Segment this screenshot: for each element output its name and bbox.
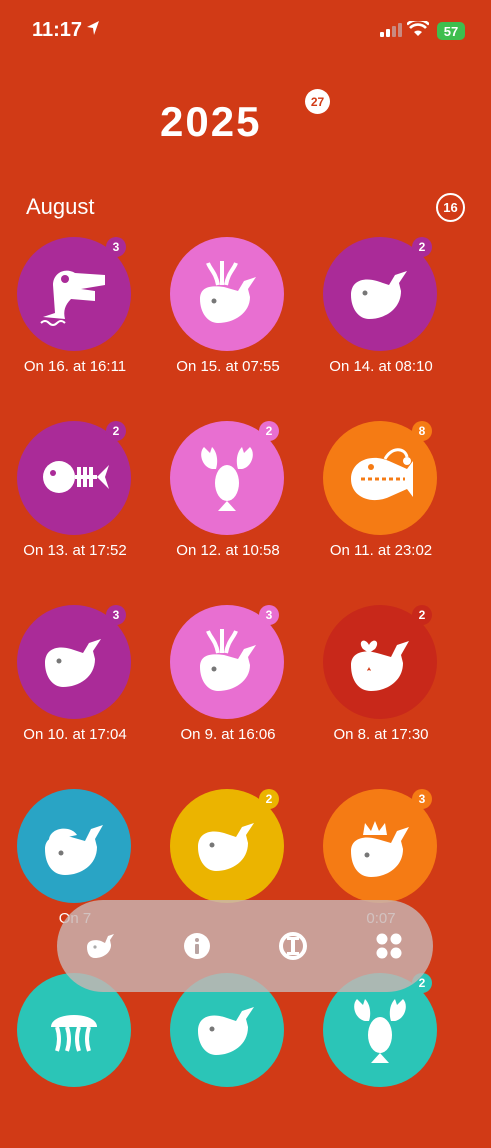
- entry-card[interactable]: 3 On 10. at 17:04: [0, 605, 150, 780]
- dragon-icon: [40, 270, 105, 326]
- whale-icon: [45, 639, 101, 687]
- fish-skeleton-icon: [43, 461, 109, 493]
- entry-card[interactable]: 8 On 11. at 23:02: [306, 421, 456, 596]
- whale-spout-icon: [200, 261, 256, 323]
- entry-card[interactable]: 3 On 16. at 16:11: [0, 237, 150, 412]
- entry-count-badge: 3: [106, 237, 126, 257]
- whale-nav-icon: [87, 934, 114, 958]
- lobster-icon: [354, 999, 406, 1063]
- entry-count-badge: 2: [259, 789, 279, 809]
- nav-info-button[interactable]: [178, 927, 216, 965]
- entry-date-label: On 9. at 16:06: [180, 726, 276, 743]
- entry-count-badge: 2: [412, 605, 432, 625]
- entry-avatar[interactable]: [170, 237, 284, 351]
- entry-date-label: On 10. at 17:04: [23, 726, 127, 743]
- entry-count-badge: 3: [106, 605, 126, 625]
- entry-date-label: On 15. at 07:55: [176, 358, 280, 375]
- entry-card[interactable]: [0, 973, 150, 1148]
- entry-card[interactable]: 2 On 8. at 17:30: [306, 605, 456, 780]
- entry-card[interactable]: [153, 973, 303, 1148]
- entry-card[interactable]: 2 On 13. at 17:52: [0, 421, 150, 596]
- entry-card[interactable]: On 15. at 07:55: [153, 237, 303, 412]
- entry-count-badge: 3: [259, 605, 279, 625]
- stats-icon: [279, 932, 307, 960]
- whale-crown-icon: [351, 821, 409, 877]
- whale-icon: [198, 1007, 254, 1055]
- entry-count-badge: 2: [259, 421, 279, 441]
- entry-card[interactable]: 3 On 9. at 16:06: [153, 605, 303, 780]
- entry-count-badge: 2: [106, 421, 126, 441]
- entry-date-label: On 11. at 23:02: [329, 542, 433, 559]
- entry-count-badge: 2: [412, 237, 432, 257]
- entry-date-label: On 14. at 08:10: [329, 358, 433, 375]
- entry-card[interactable]: 2 On 14. at 08:10: [306, 237, 456, 412]
- grid-icon: [376, 933, 402, 959]
- entry-count-badge: 3: [412, 789, 432, 809]
- whale-spout-icon: [200, 629, 256, 691]
- whale-cap-icon: [45, 825, 103, 875]
- entry-card[interactable]: 2: [306, 973, 456, 1148]
- bottom-nav-bar: [57, 900, 433, 992]
- lobster-icon: [201, 447, 253, 511]
- whale-icon: [198, 823, 254, 871]
- nav-whale-button[interactable]: [82, 927, 120, 965]
- entry-date-label: On 12. at 10:58: [176, 542, 280, 559]
- entry-card[interactable]: 2 On 12. at 10:58: [153, 421, 303, 596]
- entry-date-label: On 16. at 16:11: [23, 358, 127, 375]
- anglerfish-icon: [351, 448, 413, 501]
- entry-date-label: On 8. at 17:30: [333, 726, 429, 743]
- nav-stats-button[interactable]: [274, 927, 312, 965]
- whale-heart-icon: [351, 640, 409, 691]
- entry-avatar[interactable]: [17, 789, 131, 903]
- entry-count-badge: 8: [412, 421, 432, 441]
- nav-grid-button[interactable]: [370, 927, 408, 965]
- info-icon: [184, 933, 210, 959]
- entry-date-label: On 13. at 17:52: [23, 542, 127, 559]
- jellyfish-icon: [51, 1015, 97, 1052]
- whale-icon: [351, 271, 407, 319]
